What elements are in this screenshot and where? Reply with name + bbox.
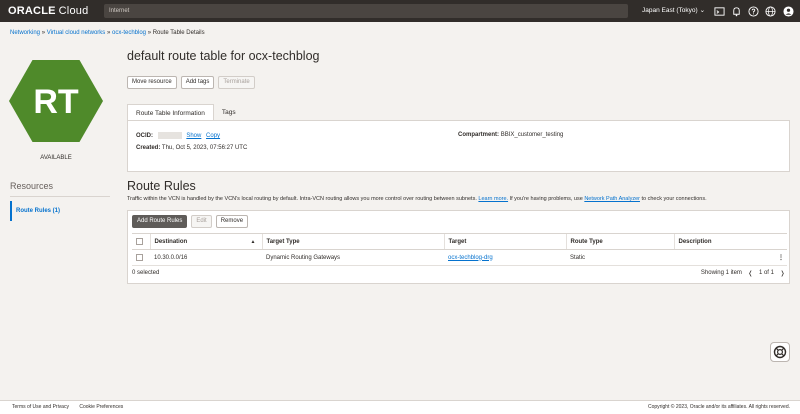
learn-more-link[interactable]: Learn more. xyxy=(478,196,508,202)
search-input[interactable]: Internet xyxy=(104,4,628,18)
terms-link[interactable]: Terms of Use and Privacy xyxy=(12,404,69,410)
ocid-row: OCID: Show Copy xyxy=(136,132,220,139)
row-actions-menu-icon[interactable]: ⋮ xyxy=(778,254,784,261)
route-rules-toolbar: Add Route Rules Edit Remove xyxy=(132,215,249,228)
target-link[interactable]: ocx-techblog-drg xyxy=(448,255,493,261)
globe-icon[interactable] xyxy=(763,4,777,18)
page-title: default route table for ocx-techblog xyxy=(127,49,320,63)
select-all-header xyxy=(132,233,150,250)
select-all-checkbox[interactable] xyxy=(136,237,143,245)
sidebar-item-route-rules[interactable]: Route Rules (1) xyxy=(10,201,110,221)
breadcrumb-separator: » xyxy=(41,30,46,36)
breadcrumb: Networking » Virtual cloud networks » oc… xyxy=(10,30,205,36)
table-header-row: Destination ▲ Target Type Target Route T… xyxy=(132,233,787,250)
column-header-target-type: Target Type xyxy=(261,233,444,250)
compartment-row: Compartment: BBIX_customer_testing xyxy=(458,132,563,138)
bell-icon[interactable] xyxy=(729,4,743,18)
pagination: Showing 1 item ❬ 1 of 1 ❭ xyxy=(701,270,785,277)
move-resource-button[interactable]: Move resource xyxy=(127,76,177,89)
created-value: Thu, Oct 5, 2023, 07:56:27 UTC xyxy=(161,145,248,151)
desc-text-2: If you're having problems, use xyxy=(509,196,583,202)
table-footer: 0 selected Showing 1 item ❬ 1 of 1 ❭ xyxy=(132,270,787,277)
help-center-lifebuoy-icon[interactable] xyxy=(770,342,790,362)
code-editor-icon[interactable] xyxy=(712,4,726,18)
top-navigation-bar: ORACLE Cloud Internet Japan East (Tokyo)… xyxy=(0,0,800,22)
page-footer: Terms of Use and Privacy Cookie Preferen… xyxy=(0,400,800,414)
resources-heading: Resources xyxy=(10,181,54,191)
brand-sub: Cloud xyxy=(58,5,89,17)
terminate-button[interactable]: Terminate xyxy=(218,76,255,89)
route-rules-table: Destination ▲ Target Type Target Route T… xyxy=(132,233,787,266)
destination-header-label: Destination xyxy=(154,238,188,245)
divider xyxy=(10,196,110,197)
cell-route-type: Static xyxy=(566,249,674,266)
sort-ascending-icon[interactable]: ▲ xyxy=(251,239,256,245)
column-header-route-type: Route Type xyxy=(565,233,674,250)
row-select-cell xyxy=(132,249,150,266)
copyright-text: Copyright © 2023, Oracle and/or its affi… xyxy=(648,404,790,410)
column-header-destination[interactable]: Destination ▲ xyxy=(149,233,262,250)
edit-button[interactable]: Edit xyxy=(191,215,212,228)
network-path-analyzer-link[interactable]: Network Path Analyzer xyxy=(584,196,640,202)
route-table-hexagon-icon: RT xyxy=(9,60,103,142)
desc-text-3: to check your connections. xyxy=(641,196,707,202)
route-rules-heading: Route Rules xyxy=(127,179,196,193)
route-rules-panel: Add Route Rules Edit Remove Destination … xyxy=(127,210,790,284)
tab-route-table-information[interactable]: Route Table Information xyxy=(127,104,214,121)
add-route-rules-button[interactable]: Add Route Rules xyxy=(132,215,188,228)
hexagon-letters: RT xyxy=(33,83,79,121)
ocid-show-link[interactable]: Show xyxy=(186,133,201,139)
column-header-description: Description xyxy=(673,233,787,250)
user-avatar-icon[interactable] xyxy=(781,4,795,18)
cell-description: ⋮ xyxy=(674,249,787,266)
region-label: Japan East (Tokyo) xyxy=(642,7,698,14)
status-label: AVAILABLE xyxy=(40,155,72,161)
tab-bar: Route Table Information Tags xyxy=(127,104,244,121)
action-bar: Move resource Add tags Terminate xyxy=(127,76,255,89)
row-checkbox[interactable] xyxy=(136,253,143,261)
breadcrumb-vcns[interactable]: Virtual cloud networks xyxy=(47,30,106,36)
breadcrumb-separator: » xyxy=(147,30,152,36)
compartment-value: BBIX_customer_testing xyxy=(500,132,564,138)
desc-text-1: Traffic within the VCN is handled by the… xyxy=(127,196,477,202)
breadcrumb-vcn[interactable]: ocx-techblog xyxy=(112,30,146,36)
ocid-copy-link[interactable]: Copy xyxy=(206,133,220,139)
previous-page-icon[interactable]: ❬ xyxy=(748,270,753,277)
showing-count: Showing 1 item xyxy=(700,270,742,276)
oracle-cloud-logo[interactable]: ORACLE Cloud xyxy=(8,5,88,17)
cookie-preferences-link[interactable]: Cookie Preferences xyxy=(79,404,123,410)
remove-button[interactable]: Remove xyxy=(215,215,249,228)
cell-target: ocx-techblog-drg xyxy=(444,249,566,266)
help-icon[interactable] xyxy=(746,4,760,18)
region-selector[interactable]: Japan East (Tokyo) ⌄ xyxy=(642,0,705,22)
route-rules-description: Traffic within the VCN is handled by the… xyxy=(127,196,707,202)
tab-tags[interactable]: Tags xyxy=(214,104,244,121)
compartment-label: Compartment: xyxy=(458,132,500,138)
created-row: Created: Thu, Oct 5, 2023, 07:56:27 UTC xyxy=(136,145,247,151)
created-label: Created: xyxy=(136,145,161,151)
brand-main: ORACLE xyxy=(8,5,56,17)
selected-count: 0 selected xyxy=(132,270,160,276)
next-page-icon[interactable]: ❭ xyxy=(780,270,785,277)
breadcrumb-separator: » xyxy=(106,30,111,36)
chevron-down-icon: ⌄ xyxy=(699,7,706,14)
breadcrumb-current: Route Table Details xyxy=(152,30,205,36)
add-tags-button[interactable]: Add tags xyxy=(180,76,215,89)
cell-target-type: Dynamic Routing Gateways xyxy=(262,249,444,266)
route-table-info-panel: OCID: Show Copy Created: Thu, Oct 5, 202… xyxy=(127,120,790,172)
column-header-target: Target xyxy=(443,233,566,250)
cell-destination: 10.30.0.0/16 xyxy=(150,249,262,266)
ocid-value-redacted xyxy=(157,132,182,139)
breadcrumb-networking[interactable]: Networking xyxy=(10,30,40,36)
ocid-label: OCID: xyxy=(136,133,153,140)
page-indicator: 1 of 1 xyxy=(758,270,774,276)
table-row: 10.30.0.0/16 Dynamic Routing Gateways oc… xyxy=(132,249,787,266)
